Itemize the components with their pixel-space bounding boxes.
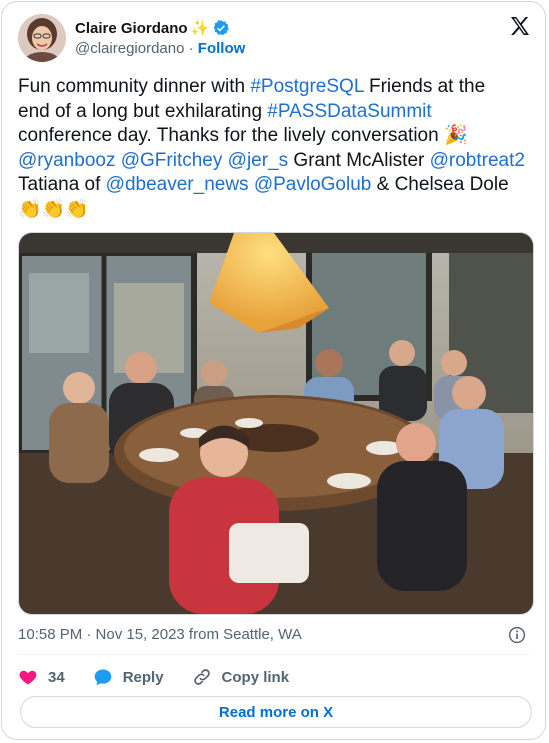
reply-button[interactable]: Reply xyxy=(93,667,164,687)
tweet-link[interactable]: #PASSDataSummit xyxy=(267,101,431,122)
author-handle-row: @clairegiordano · Follow xyxy=(75,40,245,57)
tweet-text-segment: Friends at the xyxy=(363,76,486,97)
tweet-text: Fun community dinner with #PostgreSQL Fr… xyxy=(18,75,534,222)
tweet-text-segment: & Chelsea Dole xyxy=(371,174,509,195)
author-name-row: Claire Giordano ✨ xyxy=(75,17,230,39)
tweet-text-line: @ryanbooz @GFritchey @jer_s Grant McAlis… xyxy=(18,149,534,174)
tweet-link[interactable]: @robtreat2 xyxy=(430,150,525,171)
tweet-text-segment: end of a long but exhilarating xyxy=(18,100,268,122)
like-button[interactable]: 34 xyxy=(18,667,65,687)
tweet-card: Claire Giordano ✨ @clairegiordano · Foll… xyxy=(1,1,546,740)
tweet-text-line: Tatiana of @dbeaver_news @PavloGolub & C… xyxy=(18,173,534,198)
reply-label: Reply xyxy=(122,668,164,686)
author-name[interactable]: Claire Giordano xyxy=(75,20,188,37)
tweet-link[interactable]: @GFritchey xyxy=(121,150,223,171)
tweet-text-line: end of a long but exhilarating #PASSData… xyxy=(18,100,534,125)
tweet-link[interactable]: #PostgreSQL xyxy=(250,76,363,97)
copy-link-label: Copy link xyxy=(221,668,290,686)
tweet-text-segment: conference day. Thanks for the lively co… xyxy=(18,125,468,146)
tweet-text-line: 👏👏👏 xyxy=(18,198,534,223)
tweet-timestamp[interactable]: 10:58 PM · Nov 15, 2023 from Seattle, WA xyxy=(18,626,302,643)
info-icon[interactable] xyxy=(508,626,526,644)
dinner-group-photo xyxy=(19,233,533,614)
link-icon xyxy=(193,669,210,685)
copy-link-button[interactable]: Copy link xyxy=(192,667,290,687)
verified-badge-icon xyxy=(212,19,230,37)
sparkles-emoji: ✨ xyxy=(190,20,210,37)
divider xyxy=(18,654,529,655)
tweet-text-segment: Fun community dinner with xyxy=(18,76,251,97)
tweet-actions: 34 Reply Copy link xyxy=(18,665,317,689)
tweet-link[interactable]: @PavloGolub xyxy=(254,174,372,195)
separator: · xyxy=(188,40,194,57)
heart-icon xyxy=(19,670,37,685)
tweet-text-segment: 👏👏👏 xyxy=(18,198,89,220)
tweet-link[interactable]: @dbeaver_news xyxy=(106,174,249,195)
reply-bubble-icon xyxy=(94,669,112,686)
read-more-button[interactable]: Read more on X xyxy=(20,696,532,728)
tweet-link[interactable]: @jer_s xyxy=(228,150,288,171)
avatar[interactable] xyxy=(18,14,66,62)
tweet-text-segment: Tatiana of xyxy=(18,174,106,195)
tweet-text-segment: Grant McAlister xyxy=(288,149,430,171)
tweet-link[interactable]: @ryanbooz xyxy=(18,150,115,171)
like-count: 34 xyxy=(48,668,65,686)
follow-button[interactable]: Follow xyxy=(198,40,246,57)
x-logo-icon[interactable] xyxy=(508,14,532,38)
tweet-text-line: conference day. Thanks for the lively co… xyxy=(18,124,534,149)
tweet-header: Claire Giordano ✨ @clairegiordano · Foll… xyxy=(18,14,532,62)
tweet-text-line: Fun community dinner with #PostgreSQL Fr… xyxy=(18,75,534,100)
author-handle[interactable]: @clairegiordano xyxy=(75,40,184,57)
tweet-photo[interactable] xyxy=(18,232,534,615)
